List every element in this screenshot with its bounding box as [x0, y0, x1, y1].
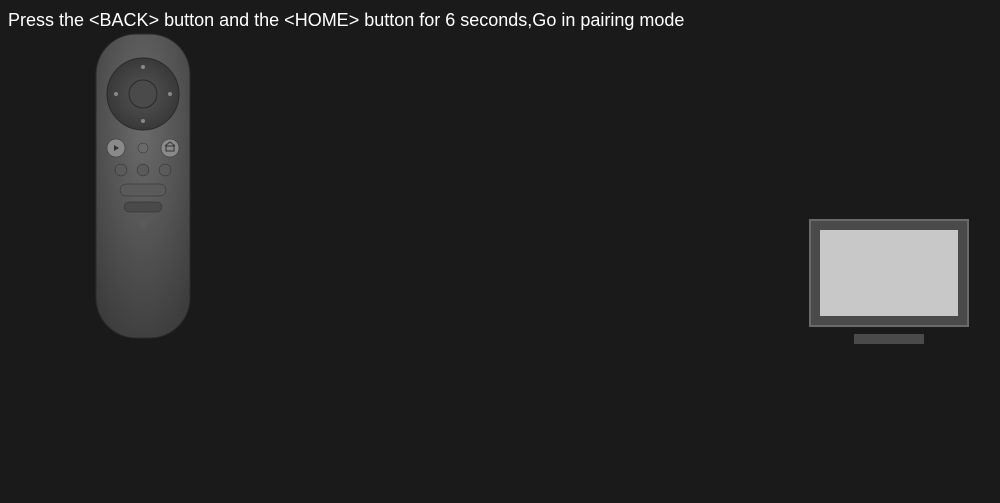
tv-icon [808, 218, 970, 348]
remote-control-icon [94, 32, 192, 340]
